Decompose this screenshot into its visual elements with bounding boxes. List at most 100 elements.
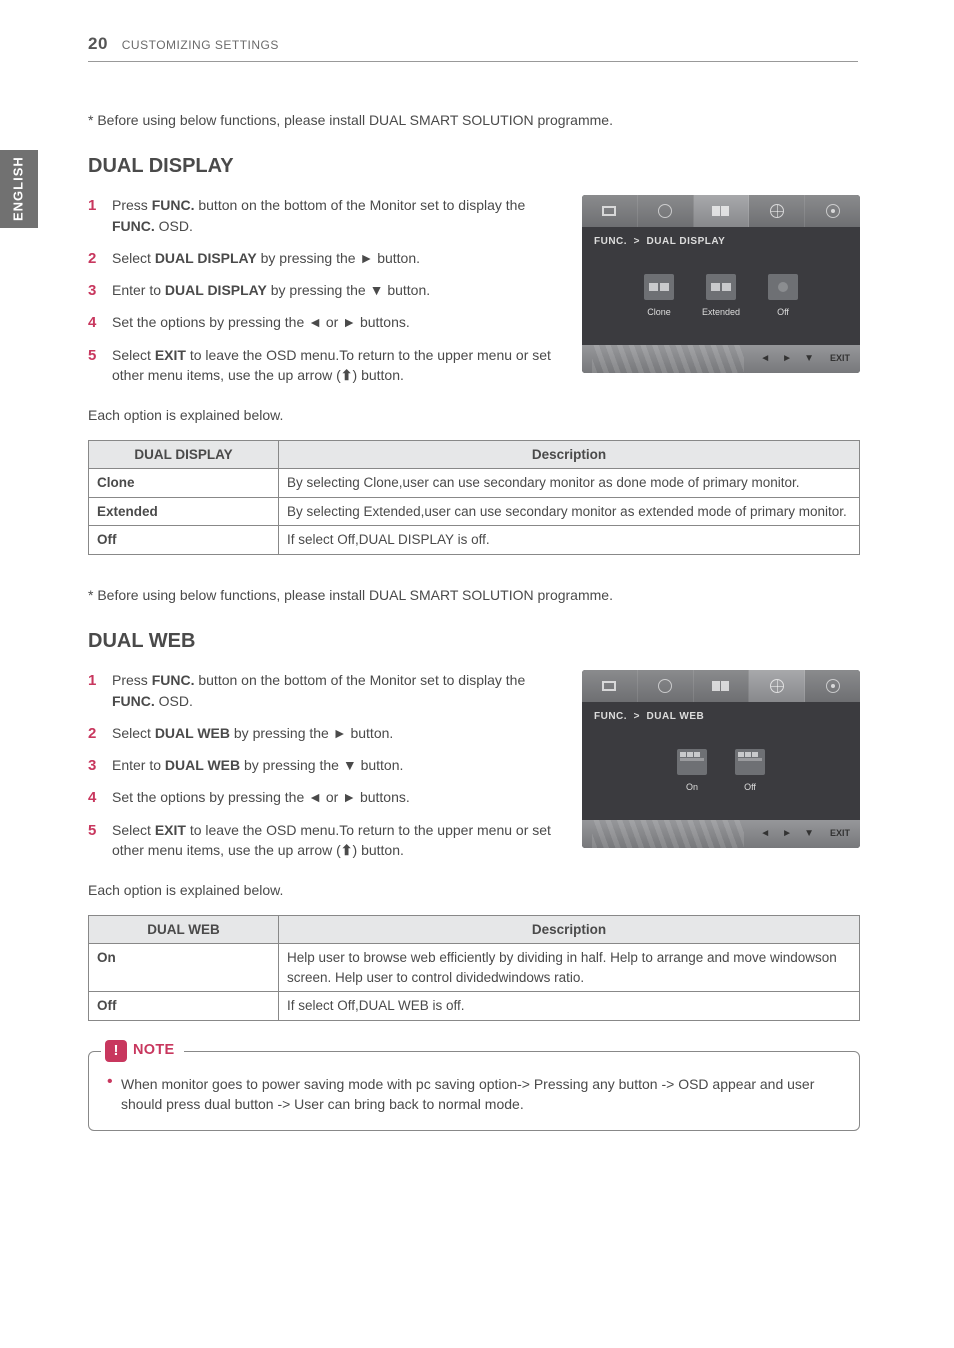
osd-tab-bar: [582, 670, 860, 702]
osd-footer-hatch: [592, 345, 744, 373]
step-item: 4Set the options by pressing the ◄ or ► …: [88, 787, 562, 807]
osd-tab-face[interactable]: [638, 195, 694, 227]
step-number: 5: [88, 345, 96, 367]
note-title: NOTE: [133, 1040, 174, 1061]
step-number: 1: [88, 195, 96, 217]
osd-left-icon[interactable]: ◄: [760, 827, 770, 842]
note-badge-icon: !: [105, 1040, 127, 1062]
osd-footer: ◄ ► ▼ EXIT: [582, 345, 860, 373]
osd-tab-web[interactable]: [749, 195, 805, 227]
step-number: 4: [88, 312, 96, 334]
language-label: ENGLISH: [10, 157, 29, 222]
osd-footer: ◄ ► ▼ EXIT: [582, 820, 860, 848]
osd-body: On Off: [582, 733, 860, 820]
osd-option-clone[interactable]: Clone: [644, 274, 674, 319]
osd-down-icon[interactable]: ▼: [804, 827, 814, 842]
osd-panel-dual-display: FUNC. > DUAL DISPLAY Clone Extended Off …: [582, 195, 860, 373]
step-number: 4: [88, 787, 96, 809]
intro-note: * Before using below functions, please i…: [88, 110, 860, 130]
osd-tab-target[interactable]: [805, 195, 860, 227]
table-header-row: DUAL DISPLAY Description: [89, 440, 860, 469]
table-row: CloneBy selecting Clone,user can use sec…: [89, 469, 860, 498]
osd-tab-monitor[interactable]: [582, 195, 638, 227]
osd-tab-face[interactable]: [638, 670, 694, 702]
osd-tab-target[interactable]: [805, 670, 860, 702]
step-item: 1Press FUNC. button on the bottom of the…: [88, 670, 562, 711]
table-col1-header: DUAL WEB: [89, 915, 279, 944]
table-col2-header: Description: [279, 915, 860, 944]
table-intro: Each option is explained below.: [88, 405, 860, 425]
globe-icon: [770, 679, 784, 693]
osd-tab-monitor[interactable]: [582, 670, 638, 702]
step-item: 3Enter to DUAL WEB by pressing the ▼ but…: [88, 755, 562, 775]
intro-note-2: * Before using below functions, please i…: [88, 585, 860, 605]
monitor-icon: [602, 681, 616, 691]
note-item: When monitor goes to power saving mode w…: [121, 1074, 841, 1115]
dual-web-block: 1Press FUNC. button on the bottom of the…: [88, 670, 860, 872]
step-number: 3: [88, 755, 96, 777]
step-number: 2: [88, 723, 96, 745]
osd-exit-button[interactable]: EXIT: [830, 827, 850, 840]
osd-option-extended[interactable]: Extended: [702, 274, 740, 319]
table-row: OffIf select Off,DUAL DISPLAY is off.: [89, 526, 860, 555]
osd-footer-hatch: [592, 820, 744, 848]
osd-tab-dual[interactable]: [694, 195, 750, 227]
osd-exit-button[interactable]: EXIT: [830, 352, 850, 365]
face-icon: [658, 679, 672, 693]
osd-arrow-group: ◄ ► ▼: [760, 827, 814, 842]
globe-icon: [770, 204, 784, 218]
step-number: 2: [88, 248, 96, 270]
osd-left-icon[interactable]: ◄: [760, 352, 770, 367]
table-row: OffIf select Off,DUAL WEB is off.: [89, 992, 860, 1021]
step-number: 1: [88, 670, 96, 692]
osd-tab-bar: [582, 195, 860, 227]
step-number: 5: [88, 820, 96, 842]
osd-tab-dual[interactable]: [694, 670, 750, 702]
note-label: ! NOTE: [101, 1040, 184, 1062]
step-item: 2Select DUAL WEB by pressing the ► butto…: [88, 723, 562, 743]
note-box: ! NOTE When monitor goes to power saving…: [88, 1051, 860, 1132]
dual-web-table: DUAL WEB Description OnHelp user to brow…: [88, 915, 860, 1021]
osd-option-off[interactable]: Off: [735, 749, 765, 794]
section-title-dual-web: DUAL WEB: [88, 627, 860, 656]
dual-display-block: 1Press FUNC. button on the bottom of the…: [88, 195, 860, 397]
osd-breadcrumb: FUNC. > DUAL WEB: [582, 702, 860, 733]
up-arrow-icon: ⬆: [341, 840, 353, 860]
osd-option-on[interactable]: On: [677, 749, 707, 794]
page-number: 20: [88, 34, 108, 53]
step-item: 5Select EXIT to leave the OSD menu.To re…: [88, 345, 562, 386]
face-icon: [658, 204, 672, 218]
osd-down-icon[interactable]: ▼: [804, 352, 814, 367]
osd-right-icon[interactable]: ►: [782, 827, 792, 842]
osd-panel-dual-web: FUNC. > DUAL WEB On Off ◄ ► ▼ EXIT: [582, 670, 860, 848]
target-icon: [826, 204, 840, 218]
step-item: 5Select EXIT to leave the OSD menu.To re…: [88, 820, 562, 861]
language-tab: ENGLISH: [0, 150, 38, 228]
table-row: OnHelp user to browse web efficiently by…: [89, 944, 860, 992]
target-icon: [826, 679, 840, 693]
step-item: 2Select DUAL DISPLAY by pressing the ► b…: [88, 248, 562, 268]
section-title-dual-display: DUAL DISPLAY: [88, 152, 860, 181]
table-col2-header: Description: [279, 440, 860, 469]
header-section: CUSTOMIZING SETTINGS: [122, 38, 279, 52]
step-number: 3: [88, 280, 96, 302]
osd-right-icon[interactable]: ►: [782, 352, 792, 367]
table-intro: Each option is explained below.: [88, 880, 860, 900]
table-header-row: DUAL WEB Description: [89, 915, 860, 944]
dual-web-steps: 1Press FUNC. button on the bottom of the…: [88, 670, 562, 872]
osd-tab-web[interactable]: [749, 670, 805, 702]
page-header: 20 CUSTOMIZING SETTINGS: [88, 32, 858, 62]
up-arrow-icon: ⬆: [341, 365, 353, 385]
step-item: 1Press FUNC. button on the bottom of the…: [88, 195, 562, 236]
osd-option-off[interactable]: Off: [768, 274, 798, 319]
monitor-icon: [602, 206, 616, 216]
step-item: 4Set the options by pressing the ◄ or ► …: [88, 312, 562, 332]
table-row: ExtendedBy selecting Extended,user can u…: [89, 497, 860, 526]
page-content: * Before using below functions, please i…: [88, 110, 860, 1131]
step-item: 3Enter to DUAL DISPLAY by pressing the ▼…: [88, 280, 562, 300]
osd-body: Clone Extended Off: [582, 258, 860, 345]
dual-display-steps: 1Press FUNC. button on the bottom of the…: [88, 195, 562, 397]
dual-icon: [712, 206, 729, 216]
dual-icon: [712, 681, 729, 691]
table-col1-header: DUAL DISPLAY: [89, 440, 279, 469]
